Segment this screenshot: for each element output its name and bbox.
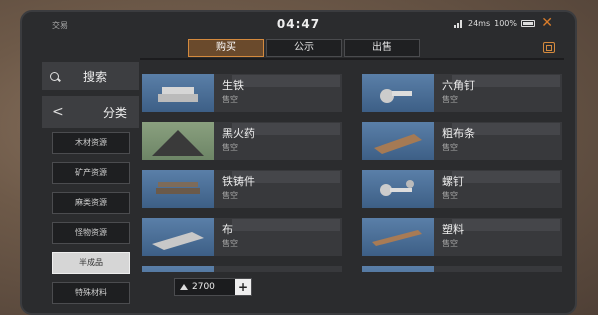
subcategory-monster[interactable]: 怪物资源 [52, 222, 130, 244]
cloth-strip-icon [362, 122, 434, 160]
item-status: 售空 [442, 95, 458, 104]
battery-text: 100% [494, 19, 517, 28]
tab-buy[interactable]: 购买 [188, 39, 264, 57]
subcategory-list: 木材资源 矿产资源 麻类资源 怪物资源 半成品 特殊材料 [52, 132, 130, 312]
item-status: 售空 [442, 239, 458, 248]
item-status: 售空 [222, 239, 238, 248]
trade-panel: 交易 04:47 24ms 100% ✕ 购买 公示 出售 搜索 < 分类 木材… [20, 10, 577, 315]
item-name: 黑火药 [222, 127, 255, 140]
gunpowder-icon [142, 122, 214, 160]
tab-notice[interactable]: 公示 [266, 39, 342, 57]
hex-nail-icon [362, 74, 434, 112]
item-card[interactable]: 塑料 售空 [362, 218, 562, 256]
subcategory-mineral[interactable]: 矿产资源 [52, 162, 130, 184]
sidebar: 搜索 < 分类 木材资源 矿产资源 麻类资源 怪物资源 半成品 特殊材料 [42, 62, 139, 307]
item-bg [434, 266, 562, 272]
item-name-bar [232, 219, 340, 231]
battery-icon [521, 20, 535, 27]
status-bar: 24ms 100% [453, 19, 535, 28]
search-label: 搜索 [83, 69, 108, 84]
item-card[interactable]: 六角钉 售空 [362, 74, 562, 112]
item-status: 售空 [222, 143, 238, 152]
iron-ingot-icon [142, 74, 214, 112]
cloth-icon [142, 218, 214, 256]
item-card[interactable]: 螺钉 售空 [362, 170, 562, 208]
currency-display[interactable]: 2700 + [174, 278, 252, 296]
item-status: 售空 [442, 191, 458, 200]
trade-tabs: 购买 公示 出售 [188, 39, 420, 57]
item-status: 售空 [442, 143, 458, 152]
chevron-left-icon: < [52, 104, 64, 120]
item-card[interactable] [142, 266, 342, 272]
item-thumbnail [142, 266, 214, 272]
category-label: 分类 [102, 105, 127, 120]
item-name: 塑料 [442, 223, 464, 236]
coin-icon [180, 284, 188, 290]
plastic-icon [362, 218, 434, 256]
item-name-bar [232, 75, 340, 87]
latency-text: 24ms [467, 19, 491, 28]
item-card[interactable]: 粗布条 售空 [362, 122, 562, 160]
record-icon[interactable] [543, 42, 555, 53]
category-button[interactable]: < 分类 [42, 96, 139, 128]
item-name: 布 [222, 223, 233, 236]
tab-sell[interactable]: 出售 [344, 39, 420, 57]
search-icon [50, 71, 59, 81]
subcategory-semi-finished[interactable]: 半成品 [52, 252, 130, 274]
item-name-bar [452, 171, 560, 183]
item-card[interactable]: 黑火药 售空 [142, 122, 342, 160]
subcategory-wood[interactable]: 木材资源 [52, 132, 130, 154]
search-button[interactable]: 搜索 [42, 62, 139, 90]
currency-amount: 2700 [192, 282, 215, 292]
item-name: 六角钉 [442, 79, 475, 92]
item-grid: 生铁 售空 六角钉 售空 黑火药 售空 粗布条 售空 铁铸件 售空 螺钉 售空 … [140, 64, 564, 272]
item-bg [214, 266, 342, 272]
divider [140, 58, 564, 60]
item-name: 生铁 [222, 79, 244, 92]
item-thumbnail [362, 266, 434, 272]
item-status: 售空 [222, 95, 238, 104]
item-card[interactable] [362, 266, 562, 272]
screw-icon [362, 170, 434, 208]
iron-casting-icon [142, 170, 214, 208]
item-status: 售空 [222, 191, 238, 200]
signal-icon [453, 19, 464, 28]
subcategory-hemp[interactable]: 麻类资源 [52, 192, 130, 214]
item-name: 螺钉 [442, 175, 464, 188]
item-card[interactable]: 生铁 售空 [142, 74, 342, 112]
item-card[interactable]: 布 售空 [142, 218, 342, 256]
close-icon[interactable]: ✕ [541, 15, 553, 31]
item-name-bar [452, 219, 560, 231]
item-name: 铁铸件 [222, 175, 255, 188]
subcategory-special[interactable]: 特殊材料 [52, 282, 130, 304]
item-name: 粗布条 [442, 127, 475, 140]
add-currency-button[interactable]: + [235, 279, 251, 295]
item-card[interactable]: 铁铸件 售空 [142, 170, 342, 208]
